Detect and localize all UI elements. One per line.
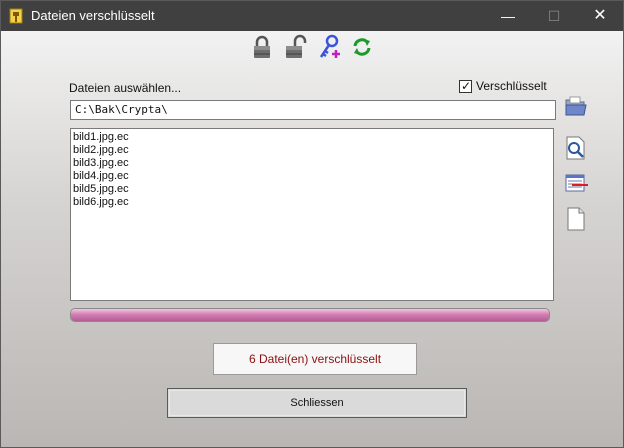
- path-input[interactable]: C:\Bak\Crypta\: [70, 100, 556, 120]
- new-document-icon: [567, 207, 585, 231]
- delete-list-button[interactable]: [564, 171, 588, 195]
- search-button[interactable]: [564, 136, 588, 160]
- maximize-button[interactable]: ☐: [531, 1, 577, 31]
- window-title: Dateien verschlüsselt: [31, 8, 155, 23]
- refresh-icon: [353, 38, 371, 56]
- list-item[interactable]: bild5.jpg.ec: [71, 183, 553, 196]
- add-key-button[interactable]: [317, 34, 343, 60]
- app-key-icon: [9, 8, 23, 24]
- refresh-button[interactable]: [349, 34, 375, 60]
- lock-open-icon: [286, 34, 307, 58]
- decrypt-button[interactable]: [282, 34, 308, 60]
- open-folder-button[interactable]: [564, 94, 588, 118]
- toolbar: [249, 34, 379, 60]
- checkbox-box[interactable]: ✓: [459, 79, 472, 93]
- encrypted-checkbox-label: Verschlüsselt: [476, 79, 547, 93]
- check-icon: ✓: [461, 79, 472, 93]
- close-button[interactable]: Schliessen: [167, 388, 467, 418]
- close-window-button[interactable]: ✕: [577, 1, 623, 31]
- minimize-button[interactable]: —: [485, 1, 531, 31]
- select-files-label: Dateien auswählen...: [69, 81, 182, 95]
- status-box: 6 Datei(en) verschlüsselt: [213, 343, 417, 375]
- list-item[interactable]: bild1.jpg.ec: [71, 131, 553, 144]
- list-item[interactable]: bild4.jpg.ec: [71, 170, 553, 183]
- list-item[interactable]: bild6.jpg.ec: [71, 196, 553, 209]
- progress-bar: [70, 308, 550, 322]
- list-item[interactable]: bild3.jpg.ec: [71, 157, 553, 170]
- new-document-button[interactable]: [564, 207, 588, 231]
- progress-fill: [71, 309, 549, 321]
- list-item[interactable]: bild2.jpg.ec: [71, 144, 553, 157]
- open-folder-icon: [565, 96, 587, 116]
- search-icon: [566, 136, 585, 160]
- file-list[interactable]: bild1.jpg.ec bild2.jpg.ec bild3.jpg.ec b…: [70, 128, 554, 301]
- app-window: Dateien verschlüsselt — ☐ ✕ Dateien ausw…: [0, 0, 624, 448]
- lock-closed-icon: [254, 35, 270, 58]
- title-bar[interactable]: Dateien verschlüsselt — ☐ ✕: [1, 1, 623, 31]
- key-add-icon: [319, 34, 340, 58]
- encrypt-button[interactable]: [249, 34, 275, 60]
- list-delete-icon: [565, 174, 588, 192]
